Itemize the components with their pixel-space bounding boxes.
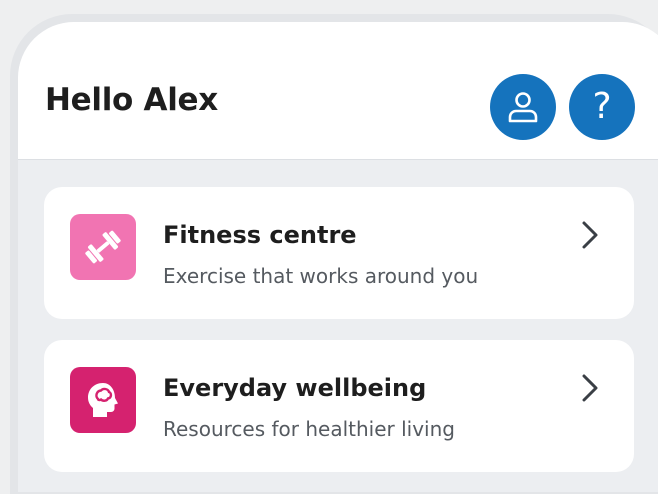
card-title: Everyday wellbeing xyxy=(163,374,427,402)
card-everyday-wellbeing[interactable]: Everyday wellbeing Resources for healthi… xyxy=(44,340,634,472)
app-header: Hello Alex ? xyxy=(18,22,658,160)
help-button[interactable]: ? xyxy=(569,74,635,140)
help-icon: ? xyxy=(592,86,612,127)
card-fitness-centre[interactable]: Fitness centre Exercise that works aroun… xyxy=(44,187,634,319)
profile-button[interactable] xyxy=(490,74,556,140)
dumbbell-icon xyxy=(85,230,121,264)
chevron-right-icon xyxy=(582,221,598,249)
greeting-title: Hello Alex xyxy=(45,82,218,118)
user-icon xyxy=(508,92,538,123)
device-frame: Hello Alex ? Fitness centre Exercise tha… xyxy=(10,14,658,494)
fitness-tile xyxy=(70,214,136,280)
card-subtitle: Resources for healthier living xyxy=(163,417,455,441)
wellbeing-tile xyxy=(70,367,136,433)
app-screen: Hello Alex ? Fitness centre Exercise tha… xyxy=(18,22,658,492)
chevron-right-icon xyxy=(582,374,598,402)
card-subtitle: Exercise that works around you xyxy=(163,264,479,288)
head-brain-icon xyxy=(88,383,118,417)
card-title: Fitness centre xyxy=(163,221,357,249)
